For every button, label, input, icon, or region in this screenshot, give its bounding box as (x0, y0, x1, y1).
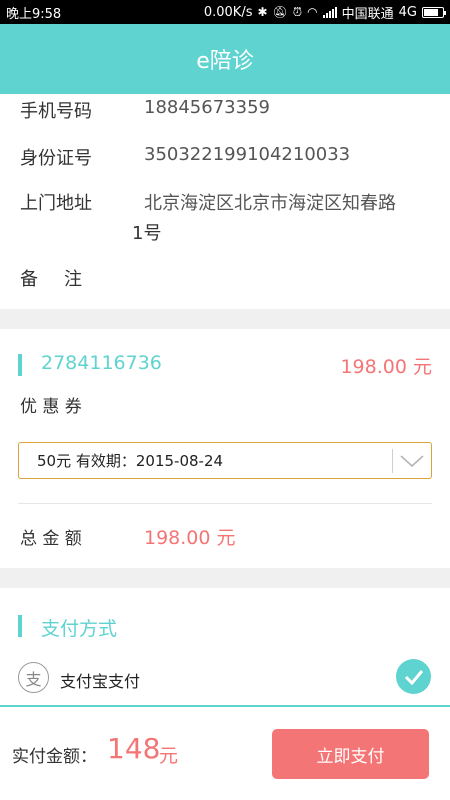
phone-value: 18845673359 (144, 97, 270, 118)
order-number: 2784116736 (41, 352, 162, 374)
address-label: 上门地址 (20, 193, 92, 214)
wifi-icon: ◠ (307, 5, 318, 19)
status-bar: 晚上9:58 0.00K/s ✱ 🔕︎ ⏰︎ ◠ 中国联通 4G (0, 0, 450, 24)
coupon-select[interactable]: 50元 有效期：2015-08-24 (18, 442, 432, 479)
section-divider-2 (0, 568, 450, 588)
alarm-icon: ⏰︎ (292, 4, 303, 19)
note-label: 备 注 (20, 269, 86, 290)
carrier-name: 中国联通 (341, 6, 394, 22)
coupon-selected-value: 50元 有效期：2015-08-24 (37, 452, 224, 470)
payment-section-title: 支付方式 (41, 618, 118, 640)
pay-amount-label: 实付金额： (12, 747, 97, 767)
coupon-label: 优 惠 券 (20, 397, 82, 417)
alipay-icon: 支 (18, 662, 49, 693)
mute-icon: 🔕︎ (272, 5, 288, 19)
net-speed: 0.00K/s (203, 4, 253, 20)
order-price: 198.00 元 (340, 356, 432, 378)
checkmark-circle-icon[interactable] (396, 659, 431, 694)
order-accent-bar (18, 354, 22, 376)
payment-method-label: 支付宝支付 (60, 672, 141, 691)
payment-method-alipay[interactable]: 支 支付宝支付 (0, 655, 450, 701)
total-label: 总 金 额 (20, 529, 82, 549)
phone-label: 手机号码 (20, 101, 92, 122)
address-value-line2: 1号 (132, 223, 162, 244)
divider-line (18, 503, 432, 504)
section-divider (0, 309, 450, 329)
battery-icon (422, 6, 446, 18)
bluetooth-icon: ✱ (257, 5, 268, 19)
total-value: 198.00 元 (144, 527, 236, 549)
address-value-line1: 北京海淀区北京市海淀区知春路 (144, 193, 396, 214)
id-label: 身份证号 (20, 148, 92, 169)
app-header: e陪诊 (0, 24, 450, 94)
pay-amount-unit: 元 (159, 745, 179, 767)
page-title: e陪诊 (196, 49, 254, 74)
id-value: 350322199104210033 (144, 144, 351, 165)
pay-now-label: 立即支付 (316, 746, 385, 767)
pay-now-button[interactable]: 立即支付 (272, 729, 429, 779)
signal-icon (322, 6, 337, 18)
network-type: 4G (398, 4, 417, 20)
payment-accent-bar (18, 615, 22, 637)
status-time: 晚上9:58 (6, 6, 62, 22)
pay-amount-value: 148 (107, 732, 161, 765)
chevron-down-icon[interactable] (393, 454, 431, 468)
